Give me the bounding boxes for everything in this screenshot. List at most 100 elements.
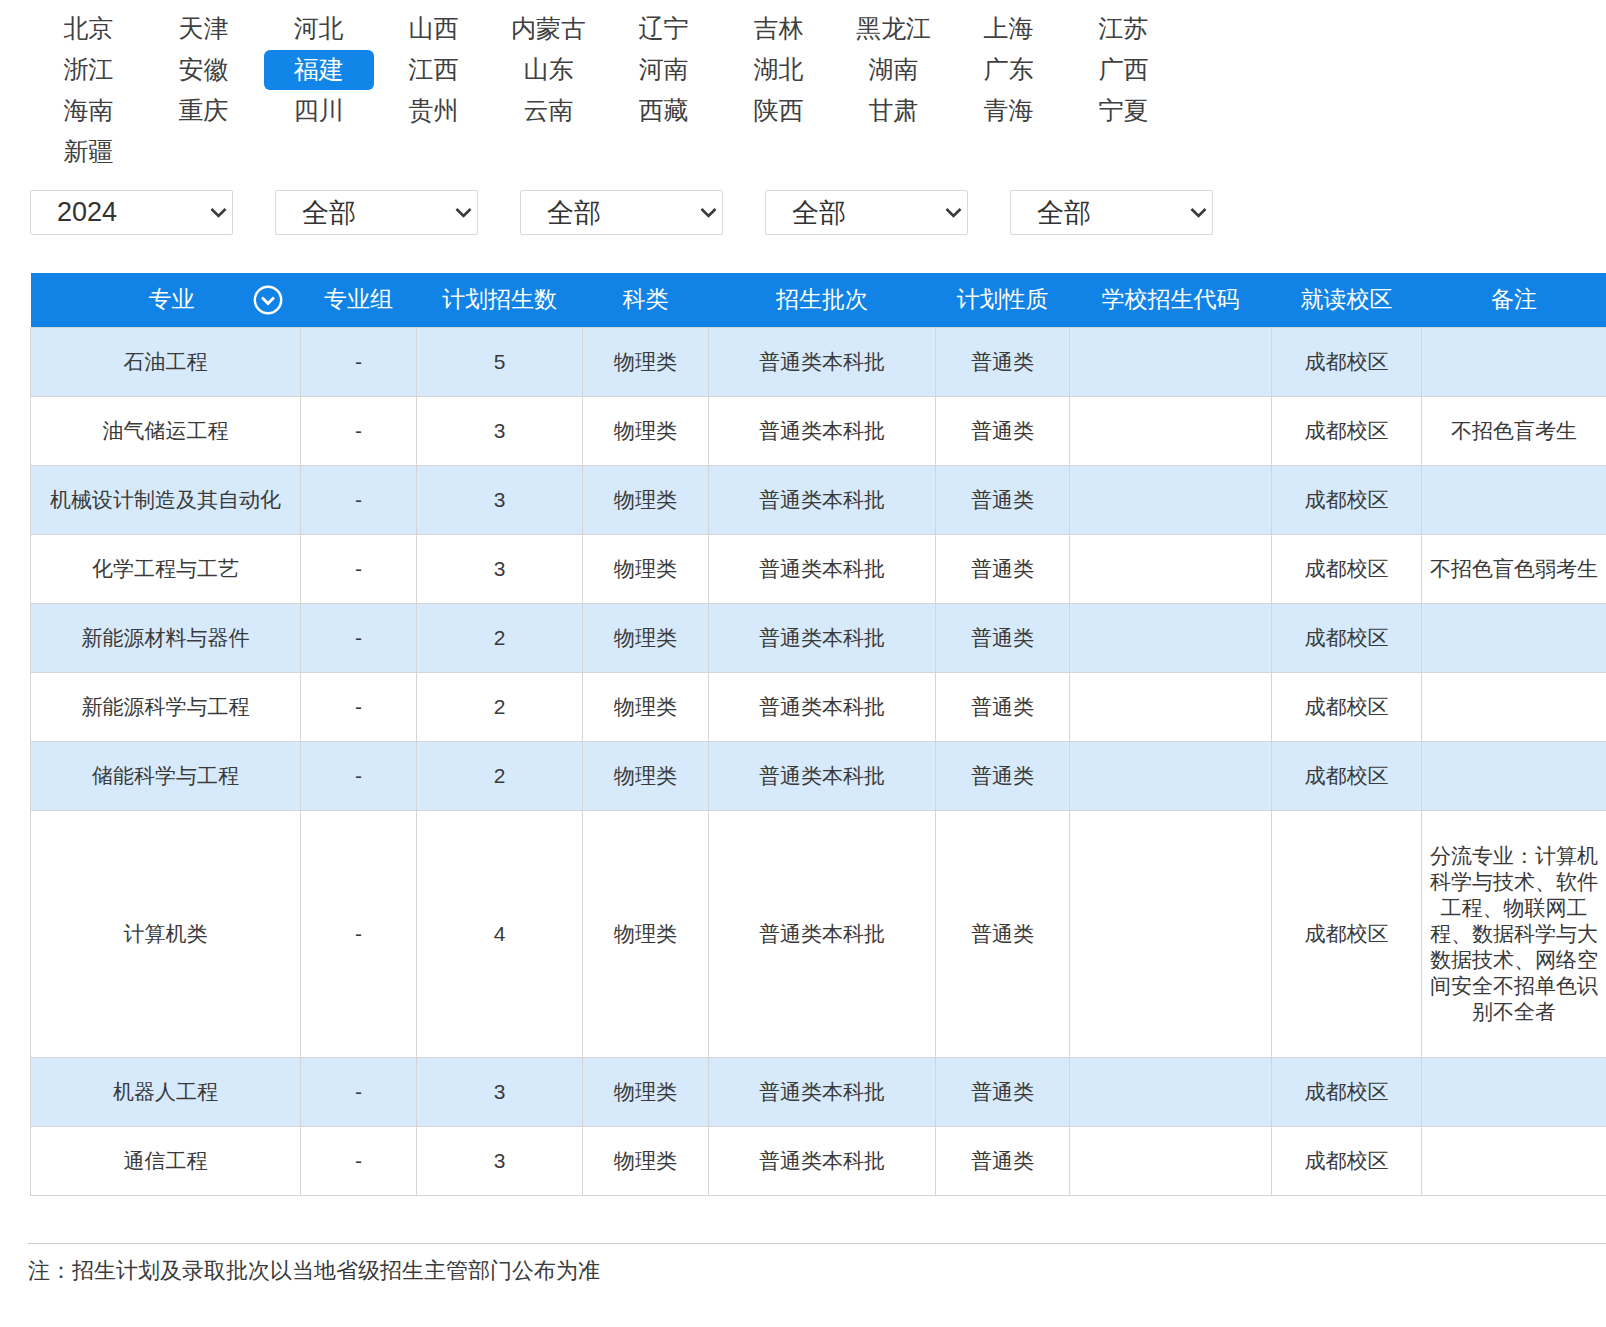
filter-select-value: 2024 [57, 197, 117, 228]
table-cell: - [301, 603, 417, 672]
province-item[interactable]: 海南 [31, 90, 146, 131]
table-row: 石油工程-5物理类普通类本科批普通类成都校区 [31, 327, 1606, 396]
table-cell: 物理类 [583, 741, 709, 810]
province-label: 江西 [409, 53, 459, 86]
table-cell: 3 [417, 1126, 583, 1195]
province-item[interactable]: 河北 [261, 8, 376, 49]
province-label: 天津 [179, 12, 229, 45]
table-cell: 储能科学与工程 [31, 741, 301, 810]
table-row: 新能源材料与器件-2物理类普通类本科批普通类成都校区 [31, 603, 1606, 672]
table-cell: - [301, 1126, 417, 1195]
table-cell: - [301, 327, 417, 396]
table-cell: 物理类 [583, 327, 709, 396]
filter-select-filter5[interactable]: 全部 [1010, 190, 1213, 235]
province-label: 湖南 [869, 53, 919, 86]
table-cell: 普通类 [936, 603, 1070, 672]
province-label: 新疆 [64, 135, 114, 168]
province-item[interactable]: 广西 [1066, 49, 1181, 90]
province-item[interactable]: 山西 [376, 8, 491, 49]
column-header: 招生批次 [709, 273, 936, 327]
province-item[interactable]: 黑龙江 [836, 8, 951, 49]
province-label: 浙江 [64, 53, 114, 86]
province-item[interactable]: 贵州 [376, 90, 491, 131]
table-cell: 5 [417, 327, 583, 396]
table-cell: 分流专业：计算机科学与技术、软件工程、物联网工程、数据科学与大数据技术、网络空间… [1422, 810, 1606, 1057]
province-item[interactable]: 吉林 [721, 8, 836, 49]
filter-select-year[interactable]: 2024 [30, 190, 233, 235]
province-item[interactable]: 辽宁 [606, 8, 721, 49]
province-item[interactable]: 山东 [491, 49, 606, 90]
table-row: 油气储运工程-3物理类普通类本科批普通类成都校区不招色盲考生 [31, 396, 1606, 465]
collapse-chevron-icon[interactable] [253, 285, 283, 315]
table-cell: 普通类 [936, 1126, 1070, 1195]
divider [28, 1243, 1606, 1244]
province-item[interactable]: 河南 [606, 49, 721, 90]
filter-select-filter4[interactable]: 全部 [765, 190, 968, 235]
province-label: 黑龙江 [856, 12, 931, 45]
table-cell: 普通类本科批 [709, 465, 936, 534]
province-item[interactable]: 青海 [951, 90, 1066, 131]
table-cell: 物理类 [583, 534, 709, 603]
province-item[interactable]: 江苏 [1066, 8, 1181, 49]
province-item[interactable]: 北京 [31, 8, 146, 49]
province-label: 海南 [64, 94, 114, 127]
table-cell [1422, 1057, 1606, 1126]
column-header: 科类 [583, 273, 709, 327]
province-item[interactable]: 重庆 [146, 90, 261, 131]
table-cell: 普通类本科批 [709, 741, 936, 810]
table-cell: 物理类 [583, 672, 709, 741]
province-item-selected[interactable]: 福建 [261, 49, 376, 90]
province-item[interactable]: 四川 [261, 90, 376, 131]
table-cell [1070, 465, 1272, 534]
table-cell [1422, 741, 1606, 810]
province-item[interactable]: 江西 [376, 49, 491, 90]
province-item[interactable]: 天津 [146, 8, 261, 49]
province-item[interactable]: 新疆 [31, 131, 146, 172]
table-cell: - [301, 534, 417, 603]
province-item[interactable]: 西藏 [606, 90, 721, 131]
province-item[interactable]: 内蒙古 [491, 8, 606, 49]
province-label: 四川 [294, 94, 344, 127]
table-cell [1070, 603, 1272, 672]
chevron-down-icon [455, 208, 472, 218]
province-item[interactable]: 上海 [951, 8, 1066, 49]
province-item[interactable]: 湖北 [721, 49, 836, 90]
table-cell: 普通类 [936, 534, 1070, 603]
province-item[interactable]: 广东 [951, 49, 1066, 90]
table-row: 机器人工程-3物理类普通类本科批普通类成都校区 [31, 1057, 1606, 1126]
table-cell: - [301, 741, 417, 810]
province-item[interactable]: 云南 [491, 90, 606, 131]
filter-select-filter3[interactable]: 全部 [520, 190, 723, 235]
footnote: 注：招生计划及录取批次以当地省级招生主管部门公布为准 [28, 1256, 1606, 1286]
table-cell: 普通类 [936, 741, 1070, 810]
table-cell: 成都校区 [1272, 603, 1422, 672]
table-row: 计算机类-4物理类普通类本科批普通类成都校区分流专业：计算机科学与技术、软件工程… [31, 810, 1606, 1057]
province-label: 安徽 [179, 53, 229, 86]
province-label: 河北 [294, 12, 344, 45]
province-item[interactable]: 陕西 [721, 90, 836, 131]
table-cell: 成都校区 [1272, 810, 1422, 1057]
table-cell: 物理类 [583, 603, 709, 672]
province-item[interactable]: 安徽 [146, 49, 261, 90]
table-cell: 不招色盲考生 [1422, 396, 1606, 465]
filter-select-value: 全部 [547, 195, 601, 231]
chevron-down-icon [945, 208, 962, 218]
table-row: 储能科学与工程-2物理类普通类本科批普通类成都校区 [31, 741, 1606, 810]
table-cell: - [301, 672, 417, 741]
province-label: 西藏 [639, 94, 689, 127]
province-item[interactable]: 浙江 [31, 49, 146, 90]
province-item[interactable]: 湖南 [836, 49, 951, 90]
province-item[interactable]: 甘肃 [836, 90, 951, 131]
province-label: 内蒙古 [511, 12, 586, 45]
column-header: 学校招生代码 [1070, 273, 1272, 327]
table-cell: 普通类本科批 [709, 327, 936, 396]
filter-select-filter2[interactable]: 全部 [275, 190, 478, 235]
province-label: 辽宁 [639, 12, 689, 45]
table-cell [1070, 327, 1272, 396]
table-cell: 普通类本科批 [709, 534, 936, 603]
table-cell: 成都校区 [1272, 741, 1422, 810]
table-cell: 机械设计制造及其自动化 [31, 465, 301, 534]
province-item[interactable]: 宁夏 [1066, 90, 1181, 131]
table-cell: - [301, 1057, 417, 1126]
province-label: 福建 [264, 50, 374, 90]
